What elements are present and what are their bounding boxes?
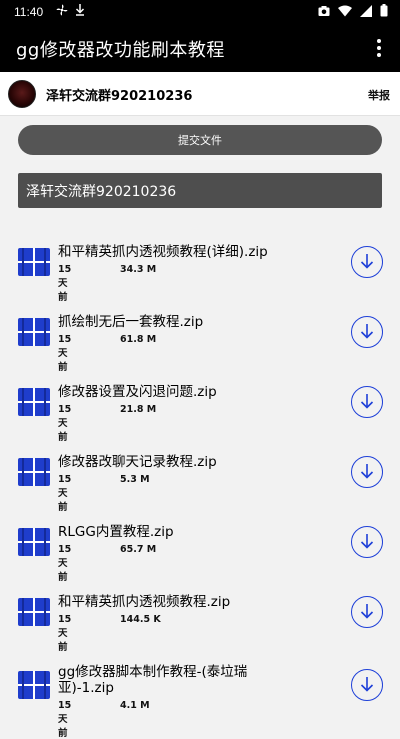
list-item[interactable]: 修改器改聊天记录教程.zip 15 天前 5.3 M — [0, 436, 400, 513]
camera-icon — [318, 5, 330, 20]
avatar[interactable] — [8, 80, 36, 108]
zip-file-icon — [18, 597, 50, 627]
list-item[interactable]: RLGG内置教程.zip 15 天前 65.7 M — [0, 506, 400, 583]
file-name: RLGG内置教程.zip — [58, 524, 174, 540]
group-name: 泽轩交流群920210236 — [46, 89, 193, 104]
file-size: 34.3 M — [120, 264, 157, 275]
more-vert-icon[interactable] — [368, 36, 390, 60]
file-size: 5.3 M — [120, 474, 150, 485]
download-status-icon — [75, 4, 85, 19]
download-icon[interactable] — [351, 596, 383, 628]
download-icon[interactable] — [351, 316, 383, 348]
group-banner-text: 泽轩交流群920210236 — [26, 183, 177, 200]
status-time: 11:40 — [14, 5, 44, 19]
status-right-icons — [318, 4, 388, 20]
report-button[interactable]: 举报 — [368, 87, 390, 103]
file-name: 修改器设置及闪退问题.zip — [58, 384, 217, 400]
fan-icon — [56, 4, 68, 19]
group-header: 泽轩交流群920210236 举报 — [0, 72, 400, 116]
app-title: gg修改器改功能刷本教程 — [16, 40, 225, 61]
wifi-icon — [338, 5, 352, 20]
file-size: 21.8 M — [120, 404, 157, 415]
list-item[interactable]: 和平精英抓内透视频教程(详细).zip 15 天前 34.3 M — [0, 226, 400, 303]
list-item[interactable]: 修改器设置及闪退问题.zip 15 天前 21.8 M — [0, 366, 400, 443]
upload-file-label: 提交文件 — [178, 134, 222, 147]
list-item[interactable]: 抓绘制无后一套教程.zip 15 天前 61.8 M — [0, 296, 400, 373]
list-item[interactable]: gg修改器脚本制作教程-(泰垃瑞亚)-1.zip 15 天前 4.1 M — [0, 646, 400, 739]
zip-file-icon — [18, 387, 50, 417]
download-icon[interactable] — [351, 526, 383, 558]
zip-file-icon — [18, 527, 50, 557]
file-size: 4.1 M — [120, 700, 150, 711]
file-size: 144.5 K — [120, 614, 161, 625]
zip-file-icon — [18, 457, 50, 487]
download-icon[interactable] — [351, 386, 383, 418]
group-banner: 泽轩交流群920210236 — [18, 173, 382, 208]
zip-file-icon — [18, 247, 50, 277]
file-name: 和平精英抓内透视频教程.zip — [58, 594, 231, 610]
status-left-icons — [56, 4, 85, 19]
file-age: 15 天前 — [58, 700, 72, 739]
file-name: 和平精英抓内透视频教程(详细).zip — [58, 244, 268, 260]
upload-file-button[interactable]: 提交文件 — [18, 125, 382, 155]
list-item[interactable]: 和平精英抓内透视频教程.zip 15 天前 144.5 K — [0, 576, 400, 653]
file-name: 抓绘制无后一套教程.zip — [58, 314, 204, 330]
app-bar: gg修改器改功能刷本教程 — [0, 24, 400, 72]
file-size: 65.7 M — [120, 544, 157, 555]
battery-icon — [380, 4, 388, 20]
signal-icon — [360, 4, 372, 20]
zip-file-icon — [18, 317, 50, 347]
download-icon[interactable] — [351, 246, 383, 278]
download-icon[interactable] — [351, 456, 383, 488]
file-name: gg修改器脚本制作教程-(泰垃瑞亚)-1.zip — [58, 664, 248, 696]
file-name: 修改器改聊天记录教程.zip — [58, 454, 217, 470]
status-bar: 11:40 — [0, 0, 400, 24]
file-size: 61.8 M — [120, 334, 157, 345]
zip-file-icon — [18, 670, 50, 700]
download-icon[interactable] — [351, 669, 383, 701]
